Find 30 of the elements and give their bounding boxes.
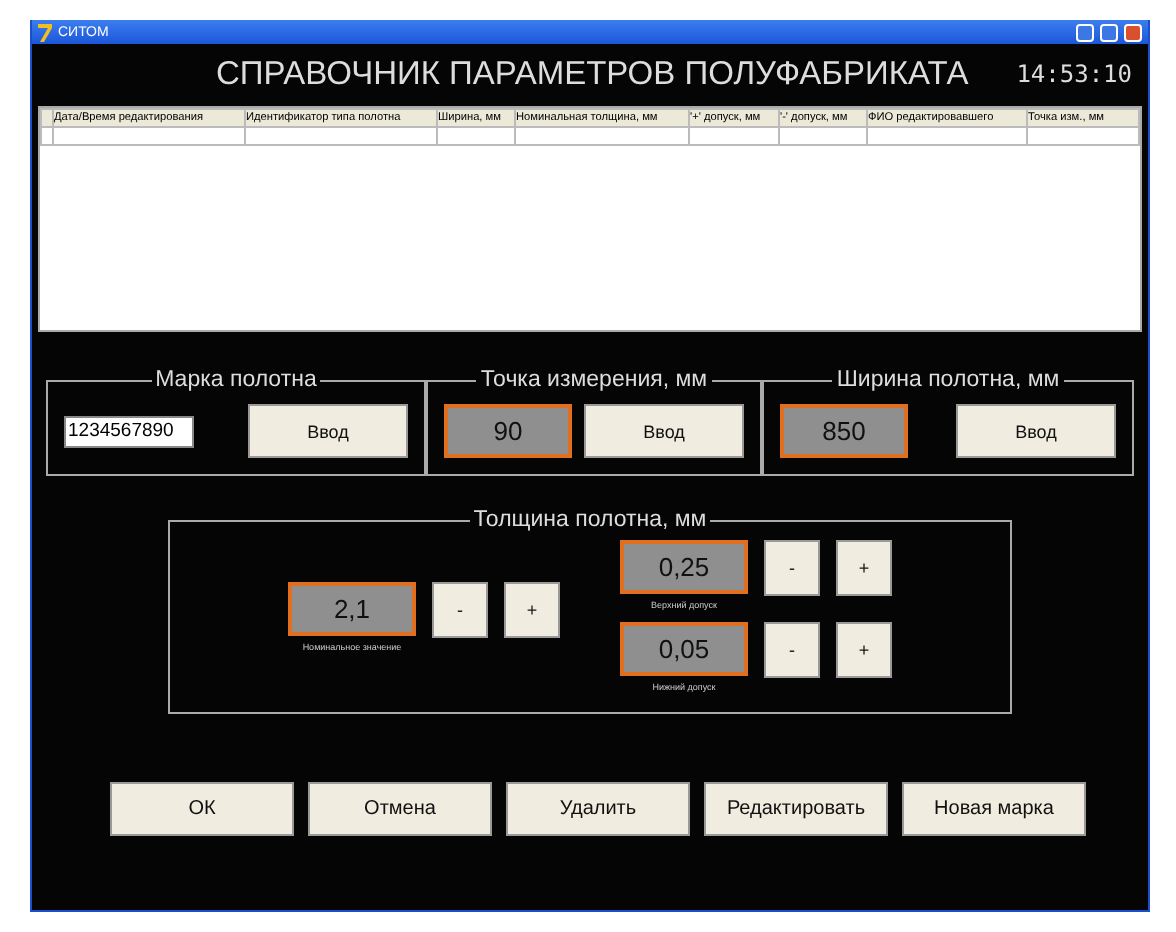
action-button[interactable]: Отмена xyxy=(308,782,492,836)
group-title: Точка измерения, мм xyxy=(478,368,710,392)
decrease-button[interactable]: - xyxy=(764,540,820,596)
action-button[interactable]: ОК xyxy=(110,782,294,836)
increase-button[interactable]: + xyxy=(836,622,892,678)
clock: 14:53:10 xyxy=(1016,60,1132,88)
enter-button[interactable]: Ввод xyxy=(584,404,745,458)
minimize-button[interactable] xyxy=(1076,23,1094,41)
maximize-button[interactable] xyxy=(1100,23,1118,41)
group-title: Марка полотна xyxy=(153,368,319,392)
value-display: 850 xyxy=(780,404,909,458)
value-display: 2,1 xyxy=(288,581,416,635)
page-heading: СПРАВОЧНИК ПАРАМЕТРОВ ПОЛУФАБРИКАТА xyxy=(213,55,971,93)
close-button[interactable] xyxy=(1124,23,1142,41)
decrease-button[interactable]: - xyxy=(432,581,488,637)
text-field[interactable]: 1234567890 xyxy=(64,415,194,447)
action-button[interactable]: Редактировать xyxy=(704,782,888,836)
group-title: Ширина полотна, мм xyxy=(834,368,1062,392)
value-display: 90 xyxy=(443,404,572,458)
group-title: Толщина полотна, мм xyxy=(471,508,709,532)
value-display: 0,25 xyxy=(620,540,748,594)
decrease-button[interactable]: - xyxy=(764,622,820,678)
increase-button[interactable]: + xyxy=(836,540,892,596)
app-logo-icon xyxy=(38,23,52,41)
action-button[interactable]: Удалить xyxy=(506,782,690,836)
enter-button[interactable]: Ввод xyxy=(956,404,1116,458)
value-display: 0,05 xyxy=(620,622,748,676)
increase-button[interactable]: + xyxy=(504,581,560,637)
enter-button[interactable]: Ввод xyxy=(247,404,408,458)
action-button[interactable]: Новая марка xyxy=(902,782,1086,836)
